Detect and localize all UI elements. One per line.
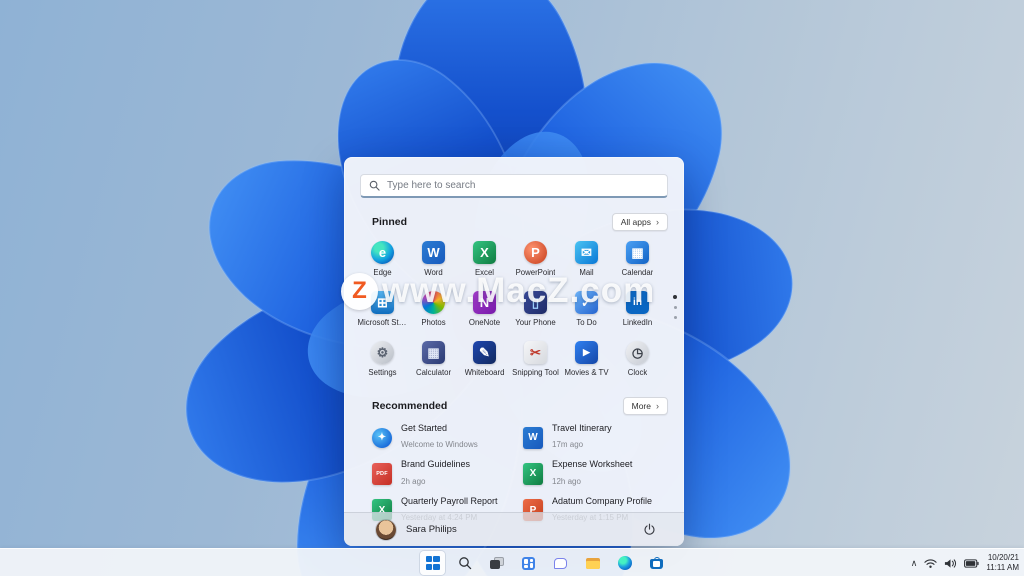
app-tile-movies-tv[interactable]: ▶ Movies & TV <box>561 337 612 384</box>
app-tile-clock[interactable]: ◷ Clock <box>612 337 663 384</box>
store-button[interactable] <box>644 551 669 575</box>
edge-app-icon: e <box>371 241 394 264</box>
more-button[interactable]: More › <box>622 397 668 415</box>
system-tray: ∧ 10/20/21 11:11 AM <box>911 549 1019 576</box>
power-icon <box>644 523 655 535</box>
app-tile-word[interactable]: W Word <box>408 237 459 284</box>
recommended-item-brand-guidelines[interactable]: PDF Brand Guidelines 2h ago <box>372 459 517 488</box>
user-avatar[interactable] <box>376 519 396 540</box>
recommended-item-expense-worksheet[interactable]: X Expense Worksheet 12h ago <box>523 459 668 488</box>
app-tile-snipping-tool[interactable]: ✂ Snipping Tool <box>510 337 561 384</box>
volume-icon[interactable] <box>944 558 957 569</box>
chevron-right-icon: › <box>656 217 659 227</box>
microsoft-store-app-icon: ⊞ <box>371 291 394 314</box>
user-bar: Sara Philips <box>344 512 684 546</box>
task-view-icon <box>489 557 504 569</box>
app-tile-calculator[interactable]: ▦ Calculator <box>408 337 459 384</box>
settings-app-icon: ⚙ <box>371 341 394 364</box>
page-dot-active[interactable] <box>673 295 677 299</box>
recommended-list: ✦ Get Started Welcome to Windows W Travel… <box>344 415 684 525</box>
onenote-app-icon: N <box>473 291 496 314</box>
word-doc-icon: W <box>523 426 543 449</box>
search-box[interactable] <box>360 174 668 198</box>
tray-clock[interactable]: 10/20/21 11:11 AM <box>986 553 1019 574</box>
desktop: Pinned All apps › eEdge WWord XExcel PPo… <box>0 0 1024 576</box>
whiteboard-app-icon: ✎ <box>473 341 496 364</box>
app-tile-onenote[interactable]: N OneNote <box>459 287 510 334</box>
calendar-app-icon: ▦ <box>626 241 649 264</box>
tray-date: 10/20/21 <box>987 552 1019 562</box>
widgets-button[interactable] <box>516 551 541 575</box>
wifi-icon[interactable] <box>924 558 938 569</box>
powerpoint-app-icon: P <box>524 241 547 264</box>
app-tile-mail[interactable]: ✉ Mail <box>561 237 612 284</box>
hidden-icons-chevron[interactable]: ∧ <box>911 558 918 569</box>
app-tile-microsoft-store[interactable]: ⊞ Microsoft Store <box>357 287 408 334</box>
tray-time: 11:11 AM <box>986 563 1019 572</box>
app-tile-to-do[interactable]: ✓ To Do <box>561 287 612 334</box>
chat-icon <box>554 557 567 569</box>
mail-app-icon: ✉ <box>575 241 598 264</box>
search-icon <box>458 557 471 570</box>
excel-doc-icon: X <box>523 462 543 485</box>
edge-icon <box>617 556 632 570</box>
edge-button[interactable] <box>612 551 637 575</box>
microsoft-store-icon <box>650 557 663 569</box>
search-icon <box>369 180 380 191</box>
taskbar-search-button[interactable] <box>452 551 477 575</box>
app-tile-your-phone[interactable]: ▯ Your Phone <box>510 287 561 334</box>
app-tile-settings[interactable]: ⚙ Settings <box>357 337 408 384</box>
snipping-tool-app-icon: ✂ <box>524 341 547 364</box>
pinned-app-grid: e Edge W Word X Excel P PowerPoint ✉ Mail ▦ Ca… <box>344 231 684 384</box>
linkedin-app-icon: in <box>626 291 649 314</box>
app-tile-linkedin[interactable]: in LinkedIn <box>612 287 663 334</box>
get-started-icon: ✦ <box>372 427 392 448</box>
search-input[interactable] <box>387 180 659 191</box>
file-explorer-icon <box>585 557 600 569</box>
chevron-right-icon: › <box>656 401 659 411</box>
power-button[interactable] <box>639 519 660 540</box>
taskbar-center <box>420 549 669 576</box>
start-button[interactable] <box>420 551 445 575</box>
pinned-page-dots[interactable] <box>673 295 677 319</box>
recommended-item-travel-itinerary[interactable]: W Travel Itinerary 17m ago <box>523 423 668 452</box>
word-app-icon: W <box>422 241 445 264</box>
task-view-button[interactable] <box>484 551 509 575</box>
clock-app-icon: ◷ <box>626 341 649 364</box>
taskbar: ∧ 10/20/21 11:11 AM <box>0 548 1024 576</box>
app-tile-whiteboard[interactable]: ✎ Whiteboard <box>459 337 510 384</box>
app-tile-powerpoint[interactable]: P PowerPoint <box>510 237 561 284</box>
battery-icon[interactable] <box>964 558 979 568</box>
to-do-app-icon: ✓ <box>575 291 598 314</box>
page-dot[interactable] <box>673 306 677 309</box>
chat-button[interactable] <box>548 551 573 575</box>
page-dot[interactable] <box>673 316 677 319</box>
app-tile-photos[interactable]: Photos <box>408 287 459 334</box>
photos-app-icon <box>422 291 445 314</box>
windows-logo-icon <box>425 556 440 570</box>
movies-tv-app-icon: ▶ <box>575 341 598 364</box>
user-name[interactable]: Sara Philips <box>406 524 457 535</box>
widgets-icon <box>522 556 535 570</box>
recommended-title: Recommended <box>372 400 448 412</box>
all-apps-button[interactable]: All apps › <box>611 213 668 231</box>
app-tile-calendar[interactable]: ▦ Calendar <box>612 237 663 284</box>
pdf-doc-icon: PDF <box>372 462 392 485</box>
calculator-app-icon: ▦ <box>422 341 445 364</box>
start-menu: Pinned All apps › eEdge WWord XExcel PPo… <box>344 157 684 546</box>
pinned-title: Pinned <box>372 216 408 228</box>
app-tile-excel[interactable]: X Excel <box>459 237 510 284</box>
your-phone-app-icon: ▯ <box>524 291 547 314</box>
app-tile-edge[interactable]: e Edge <box>357 237 408 284</box>
recommended-item-get-started[interactable]: ✦ Get Started Welcome to Windows <box>372 423 517 452</box>
excel-app-icon: X <box>473 241 496 264</box>
file-explorer-button[interactable] <box>580 551 605 575</box>
